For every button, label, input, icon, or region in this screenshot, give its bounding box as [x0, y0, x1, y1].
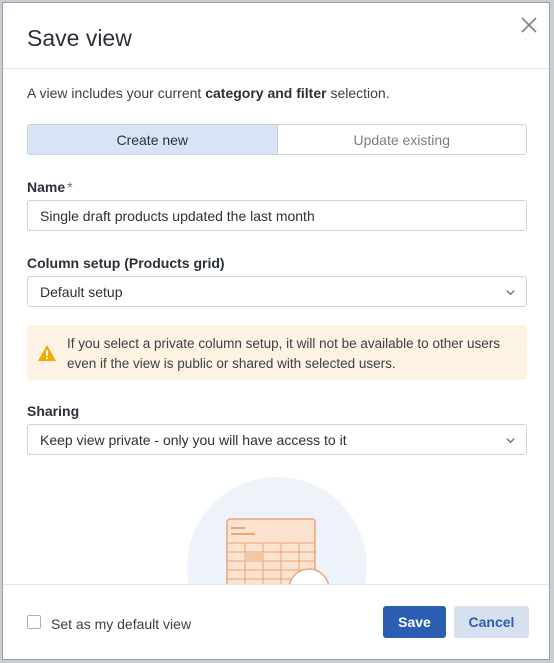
header-divider: [3, 68, 549, 69]
name-input[interactable]: Single draft products updated the last m…: [27, 200, 527, 231]
close-icon[interactable]: [519, 15, 539, 35]
cancel-button[interactable]: Cancel: [454, 606, 529, 638]
warning-text: If you select a private column setup, it…: [67, 336, 500, 371]
intro-text: A view includes your current category an…: [27, 85, 390, 101]
default-view-label[interactable]: Set as my default view: [51, 616, 191, 632]
private-setup-warning: If you select a private column setup, it…: [27, 325, 527, 380]
sharing-select[interactable]: Keep view private - only you will have a…: [27, 424, 527, 455]
column-setup-label: Column setup (Products grid): [27, 255, 225, 271]
warning-icon: [38, 345, 56, 361]
name-label: Name *: [27, 179, 73, 195]
dialog-footer: Set as my default view Save Cancel: [3, 584, 549, 659]
chevron-down-icon: [506, 290, 515, 296]
save-button[interactable]: Save: [383, 606, 446, 638]
column-setup-select[interactable]: Default setup: [27, 276, 527, 307]
save-view-dialog: Save view A view includes your current c…: [2, 2, 550, 660]
column-setup-value: Default setup: [40, 283, 123, 300]
sharing-value: Keep view private - only you will have a…: [40, 431, 347, 448]
required-marker: *: [67, 179, 73, 195]
tab-update-existing[interactable]: Update existing: [276, 125, 526, 154]
dialog-title: Save view: [27, 25, 132, 51]
chevron-down-icon: [506, 438, 515, 444]
mode-tabs: Create new Update existing: [27, 124, 527, 155]
sharing-label: Sharing: [27, 403, 80, 419]
name-input-value: Single draft products updated the last m…: [40, 207, 315, 224]
tab-create-new[interactable]: Create new: [28, 125, 277, 154]
default-view-checkbox[interactable]: [27, 615, 41, 629]
